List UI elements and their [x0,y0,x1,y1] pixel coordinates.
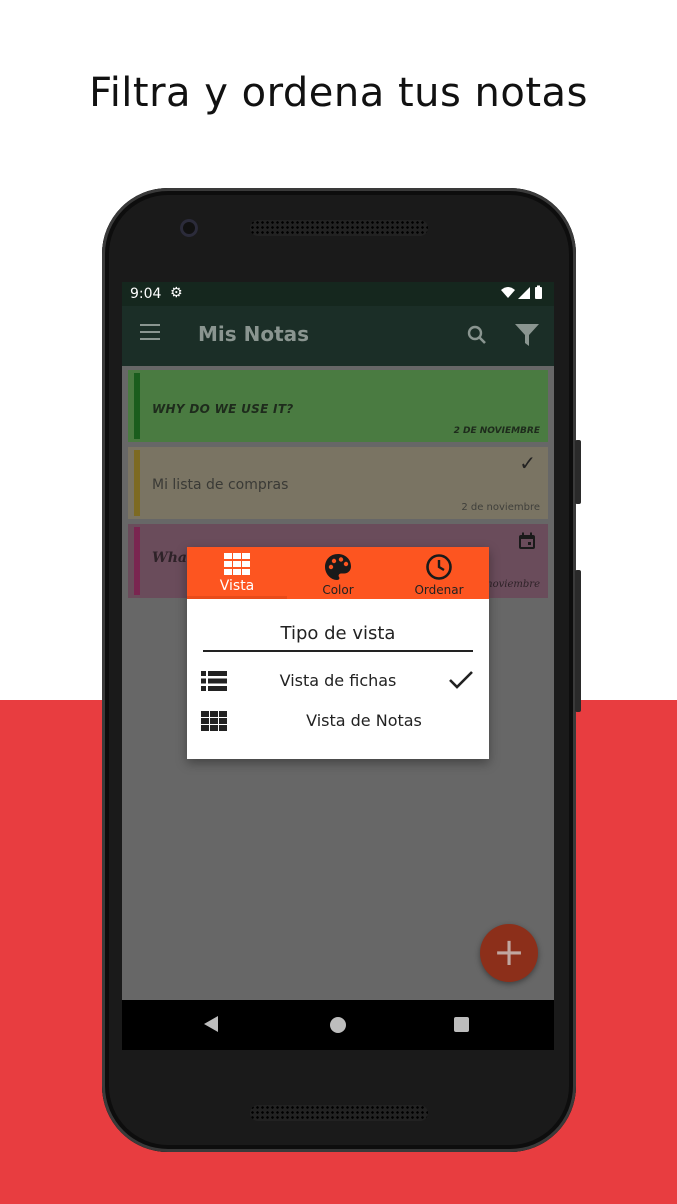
status-time: 9:04 [130,286,162,302]
check-icon: ✓ [519,451,536,475]
view-dialog: Vista Color Ordenar Tipo de vista Vista … [187,547,489,759]
option-label: Vista de fichas [279,671,397,690]
tab-label: Ordenar [414,583,464,597]
note-color-bar [134,373,140,439]
palette-icon [324,553,352,584]
note-color-bar [134,450,140,516]
tab-label: Color [322,583,354,597]
front-camera [180,219,198,237]
option-vista-notas[interactable]: Vista de Notas [187,703,489,739]
dialog-title: Tipo de vista [280,623,396,644]
note-date: 2 de noviembre [461,502,540,513]
option-label: Vista de Notas [306,711,422,730]
filter-icon[interactable] [514,322,540,352]
add-note-button[interactable]: + [480,924,538,982]
tab-vista[interactable]: Vista [187,547,287,599]
menu-icon[interactable] [140,324,160,340]
tab-label: Vista [219,578,255,594]
tab-ordenar[interactable]: Ordenar [389,547,489,599]
note-color-bar [134,527,140,595]
dialog-tabs: Vista Color Ordenar [187,547,489,599]
home-icon[interactable] [330,1017,346,1033]
grid-icon [224,553,250,578]
note-title: WHY DO WE USE IT? [152,402,294,416]
signal-battery-icon [501,285,542,299]
phone-volume-button [575,570,581,712]
search-icon[interactable] [466,324,488,350]
app-bar: Mis Notas [122,306,554,366]
tab-color[interactable]: Color [287,547,389,599]
app-title: Mis Notas [198,322,310,346]
recents-icon[interactable] [454,1017,469,1032]
status-icons [500,285,546,305]
status-bar: 9:04 ⚙ [122,282,554,306]
clock-icon [425,553,453,584]
system-nav-bar [122,1000,554,1050]
note-date: 2 DE NOVIEMBRE [453,426,540,436]
gear-icon: ⚙ [170,285,183,301]
calendar-icon [518,532,536,554]
note-title: Mi lista de compras [152,477,289,493]
dialog-title-underline [203,650,473,652]
phone-side-button [575,440,581,504]
bottom-speaker [250,1105,428,1121]
note-card[interactable]: ✓ Mi lista de compras 2 de noviembre [128,447,548,519]
check-icon [447,665,475,697]
top-speaker [250,220,428,236]
headline: Filtra y ordena tus notas [89,70,588,116]
note-card[interactable]: WHY DO WE USE IT? 2 DE NOVIEMBRE [128,370,548,442]
option-vista-fichas[interactable]: Vista de fichas [187,663,489,699]
back-icon[interactable] [204,1016,218,1032]
